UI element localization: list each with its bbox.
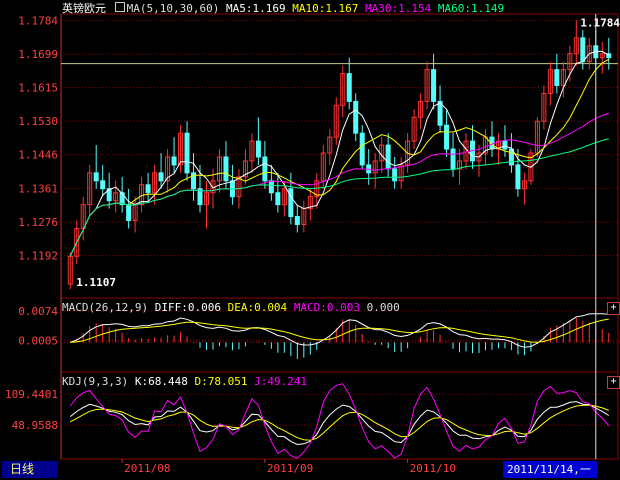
kdj-params: KDJ(9,3,3) bbox=[62, 375, 129, 388]
ma10-value: MA10:1.167 bbox=[292, 2, 359, 15]
candle-body bbox=[268, 180, 274, 194]
ma-params: MA(5,10,30,60) bbox=[126, 2, 220, 15]
candle-body bbox=[346, 73, 352, 102]
candle-body bbox=[223, 156, 229, 182]
candlesticks bbox=[67, 20, 612, 290]
candle-body bbox=[431, 69, 437, 102]
k-value: K:68.448 bbox=[134, 375, 188, 388]
ma30-line bbox=[69, 112, 609, 257]
ma5-value: MA5:1.169 bbox=[225, 2, 286, 15]
macd-expand-button[interactable]: + bbox=[607, 302, 620, 315]
moving-average-lines bbox=[69, 50, 610, 257]
ma60-value: MA60:1.149 bbox=[437, 2, 505, 15]
candle-body bbox=[554, 69, 560, 87]
kdj-j-line bbox=[69, 383, 610, 459]
low-price-marker: 1.1107 bbox=[76, 276, 116, 289]
ma10-line bbox=[69, 58, 610, 257]
macd-panel bbox=[61, 313, 618, 359]
d-value: D:78.051 bbox=[194, 375, 248, 388]
candle-body bbox=[294, 216, 300, 225]
ma30-value: MA30:1.154 bbox=[365, 2, 432, 15]
kdj-tick-label: 48.9588 bbox=[12, 419, 58, 432]
price-tick-label: 1.1699 bbox=[18, 48, 58, 61]
price-tick-label: 1.1530 bbox=[18, 115, 58, 128]
macd-tick-label: 0.0074 bbox=[18, 305, 58, 318]
candle-body bbox=[100, 180, 106, 190]
ma5-line bbox=[69, 50, 610, 257]
candle-body bbox=[444, 124, 450, 150]
macd-diff-line bbox=[70, 313, 609, 348]
cursor-date-box: 2011/11/14,一 bbox=[503, 461, 597, 478]
price-tick-label: 1.1276 bbox=[18, 216, 58, 229]
kdj-legend: KDJ(9,3,3) K:68.448 D:78.051 J:49.241 bbox=[62, 375, 307, 389]
price-tick-label: 1.1784 bbox=[18, 14, 58, 27]
stock-chart[interactable]: 1.1784 1.1699 1.1615 1.1530 1.1446 1.1361 1.12… bbox=[0, 0, 620, 480]
month-label: 2011/09 bbox=[267, 462, 313, 475]
month-label: 2011/08 bbox=[124, 462, 170, 475]
diff-value: DIFF:0.006 bbox=[154, 301, 221, 314]
macd-dea-line bbox=[70, 318, 609, 343]
period-tab-daily[interactable]: 日线 bbox=[2, 461, 58, 478]
candle-body bbox=[184, 132, 190, 174]
candle-body bbox=[385, 144, 391, 170]
candle-body bbox=[515, 164, 521, 190]
symbol-title: 英镑欧元 bbox=[62, 2, 106, 15]
j-value: J:49.241 bbox=[254, 375, 308, 388]
macd-tick-label: 0.0005 bbox=[18, 334, 58, 347]
macd-legend: MACD(26,12,9) DIFF:0.006 DEA:0.004 MACD:… bbox=[62, 301, 400, 315]
panel-frames bbox=[60, 13, 619, 460]
macd-params: MACD(26,12,9) bbox=[62, 301, 149, 314]
candle-body bbox=[93, 172, 99, 182]
price-tick-label: 1.1192 bbox=[18, 249, 58, 262]
macd-extra-value: 0.000 bbox=[366, 301, 400, 314]
price-tick-label: 1.1446 bbox=[18, 149, 58, 162]
candle-body bbox=[262, 156, 268, 182]
candle-body bbox=[145, 184, 151, 194]
dea-value: DEA:0.004 bbox=[227, 301, 288, 314]
candle-body bbox=[580, 37, 586, 63]
main-legend: 英镑欧元 MA(5,10,30,60) MA5:1.169 MA10:1.167… bbox=[62, 2, 504, 16]
candle-body bbox=[171, 156, 177, 166]
candle-body bbox=[450, 148, 456, 170]
candle-body bbox=[359, 132, 365, 166]
ma-toggle-icon[interactable] bbox=[114, 2, 125, 12]
candle-body bbox=[288, 188, 294, 218]
candle-body bbox=[353, 100, 359, 134]
price-gridlines bbox=[61, 19, 618, 426]
candle-body bbox=[275, 192, 281, 206]
ma60-line bbox=[69, 138, 609, 257]
high-price-marker: 1.1784 bbox=[580, 16, 620, 29]
kdj-expand-button[interactable]: + bbox=[607, 376, 620, 389]
candle-body bbox=[126, 204, 132, 222]
macd-value: MACD:0.003 bbox=[293, 301, 361, 314]
candle-body bbox=[158, 172, 164, 182]
candle-body bbox=[502, 140, 508, 150]
kdj-panel bbox=[69, 383, 610, 459]
price-tick-label: 1.1361 bbox=[18, 182, 58, 195]
candle-body bbox=[392, 168, 398, 182]
candle-body bbox=[255, 140, 261, 158]
month-label: 2011/10 bbox=[410, 462, 456, 475]
kdj-tick-label: 109.4401 bbox=[5, 388, 58, 401]
price-tick-label: 1.1615 bbox=[18, 81, 58, 94]
